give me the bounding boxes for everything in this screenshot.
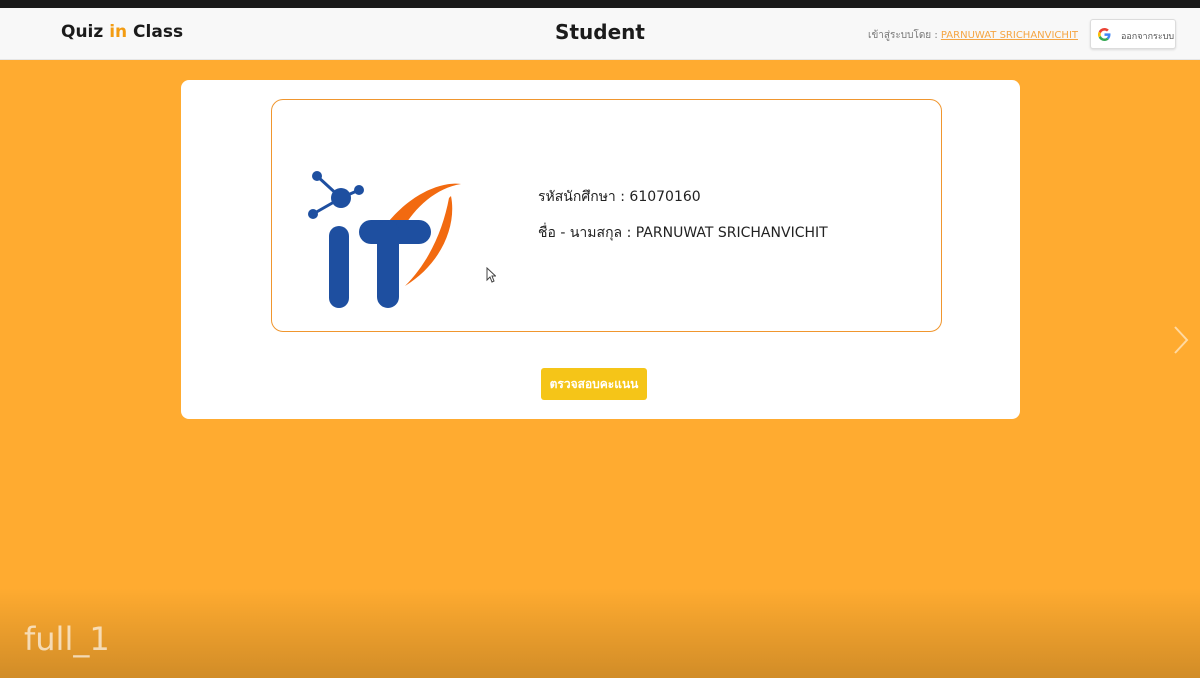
student-card: รหัสนักศึกษา : 61070160 ชื่อ - นามสกุล :… [181, 80, 1020, 419]
check-score-button[interactable]: ตรวจสอบคะแนน [541, 368, 647, 400]
student-id-label: รหัสนักศึกษา : [538, 189, 630, 205]
chevron-right-icon[interactable] [1172, 324, 1190, 360]
window-top-strip [0, 0, 1200, 8]
student-name-row: ชื่อ - นามสกุล : PARNUWAT SRICHANVICHIT [538, 222, 828, 258]
mouse-cursor-icon [486, 266, 497, 287]
video-watermark: full_1 [24, 620, 110, 658]
student-id-value: 61070160 [629, 189, 701, 205]
header-bar: Quiz in Class Student เข้าสู่ระบบโดย : P… [0, 8, 1200, 60]
student-name-value: PARNUWAT SRICHANVICHIT [635, 225, 828, 241]
logout-button[interactable]: ออกจากระบบ [1090, 19, 1176, 49]
bottom-shade [0, 588, 1200, 678]
google-icon [1098, 28, 1111, 44]
student-info: รหัสนักศึกษา : 61070160 ชื่อ - นามสกุล :… [538, 186, 828, 258]
student-info-box: รหัสนักศึกษา : 61070160 ชื่อ - นามสกุล :… [271, 99, 942, 332]
login-user-link[interactable]: PARNUWAT SRICHANVICHIT [941, 30, 1078, 41]
login-label: เข้าสู่ระบบโดย : [868, 30, 941, 41]
logout-label: ออกจากระบบ [1121, 32, 1175, 42]
it-logo [305, 168, 465, 317]
student-name-label: ชื่อ - นามสกุล : [538, 225, 636, 241]
student-id-row: รหัสนักศึกษา : 61070160 [538, 186, 828, 222]
login-info: เข้าสู่ระบบโดย : PARNUWAT SRICHANVICHIT [868, 28, 1078, 43]
